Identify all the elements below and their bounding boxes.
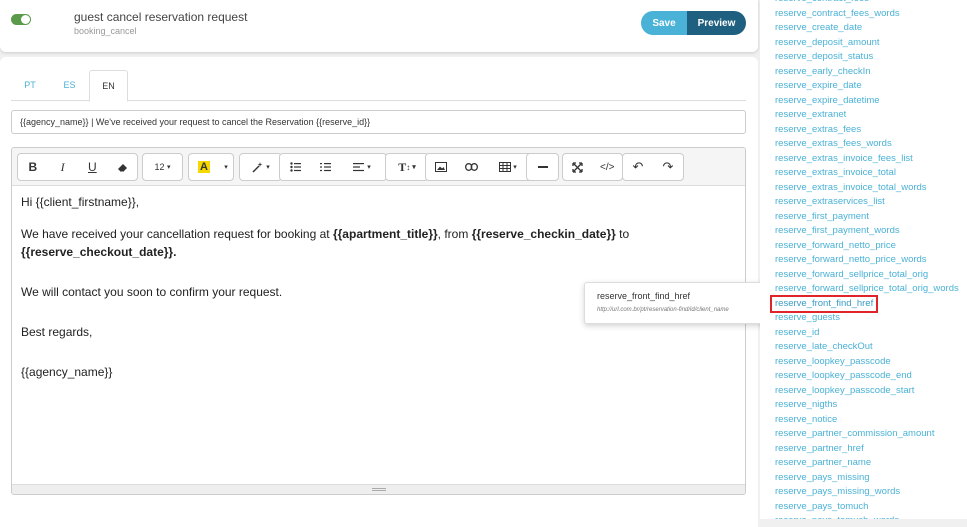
- color-group: A ▾: [188, 153, 234, 181]
- save-button[interactable]: Save: [641, 11, 687, 35]
- variable-item[interactable]: reserve_partner_name: [775, 456, 959, 471]
- horizontal-line-icon: [527, 154, 558, 180]
- history-group: ↶ ↷: [622, 153, 684, 181]
- tab-pt[interactable]: PT: [11, 70, 49, 101]
- tab-en[interactable]: EN: [89, 70, 128, 102]
- variable-item[interactable]: reserve_pays_missing_words: [775, 485, 959, 500]
- greeting-line: Hi {{client_firstname}},: [21, 195, 140, 209]
- undo-icon[interactable]: ↶: [623, 154, 653, 180]
- variable-item[interactable]: reserve_create_date: [775, 21, 959, 36]
- variable-item[interactable]: reserve_loopkey_passcode_start: [775, 384, 959, 399]
- variable-item[interactable]: reserve_extranet: [775, 108, 959, 123]
- editor-toolbar: B I U 12 ▾ A ▾ ▾ ▾ T ↕ ▾ ▾ </> ↶ ↷: [12, 148, 745, 186]
- body-paragraph-1: We have received your cancellation reque…: [21, 227, 630, 259]
- grip-icon: [372, 488, 386, 491]
- numbered-list-icon[interactable]: [310, 154, 340, 180]
- horizontal-rule-button[interactable]: [526, 153, 559, 181]
- variable-tooltip: reserve_front_find_href http://url.com.b…: [584, 282, 767, 324]
- variables-sidebar: reserve_contract_feesreserve_contract_fe…: [760, 0, 967, 519]
- variable-item[interactable]: reserve_nigths: [775, 398, 959, 413]
- variable-item[interactable]: reserve_deposit_status: [775, 50, 959, 65]
- style-dropdown[interactable]: ▾: [239, 153, 282, 181]
- variables-list: reserve_contract_feesreserve_contract_fe…: [770, 0, 959, 519]
- template-title: guest cancel reservation request: [74, 10, 248, 24]
- eraser-icon[interactable]: [107, 154, 137, 180]
- variable-item[interactable]: reserve_expire_datetime: [775, 94, 959, 109]
- variable-item[interactable]: reserve_early_checkIn: [775, 65, 959, 80]
- italic-button[interactable]: I: [48, 154, 78, 180]
- variable-item[interactable]: reserve_contract_fees_words: [775, 7, 959, 22]
- variable-item[interactable]: reserve_forward_netto_price_words: [775, 253, 959, 268]
- variable-item[interactable]: reserve_first_payment_words: [775, 224, 959, 239]
- variable-item[interactable]: reserve_pays_tomuch: [775, 500, 959, 515]
- signature-line: {{agency_name}}: [21, 365, 113, 379]
- variable-item[interactable]: reserve_loopkey_passcode_end: [775, 369, 959, 384]
- variable-item[interactable]: reserve_extras_fees_words: [775, 137, 959, 152]
- variable-item[interactable]: reserve_expire_date: [775, 79, 959, 94]
- tab-es[interactable]: ES: [51, 70, 88, 101]
- bold-button[interactable]: B: [18, 154, 48, 180]
- variable-item[interactable]: reserve_forward_sellprice_total_orig: [775, 268, 959, 283]
- variable-item[interactable]: reserve_pays_tomuch_words: [775, 514, 959, 519]
- variable-item[interactable]: reserve_loopkey_passcode: [775, 355, 959, 370]
- image-icon[interactable]: [426, 154, 456, 180]
- toggle-knob: [21, 15, 30, 24]
- text-height-icon: T ↕ ▾: [398, 159, 416, 174]
- bullet-list-icon[interactable]: [280, 154, 310, 180]
- variable-item[interactable]: reserve_notice: [775, 413, 959, 428]
- variable-item[interactable]: reserve_id: [775, 326, 959, 341]
- variable-item[interactable]: reserve_extraservices_list: [775, 195, 959, 210]
- insert-group: ▾: [425, 153, 533, 181]
- variable-item[interactable]: reserve_forward_sellprice_total_orig_wor…: [775, 282, 959, 297]
- resize-handle[interactable]: [12, 484, 745, 494]
- magic-wand-icon: ▾: [240, 154, 281, 180]
- active-toggle[interactable]: [11, 14, 31, 25]
- align-dropdown[interactable]: ▾: [340, 154, 384, 180]
- variable-item[interactable]: reserve_guests: [775, 311, 959, 326]
- fullscreen-icon[interactable]: [563, 154, 593, 180]
- table-icon: [499, 162, 512, 172]
- redo-icon[interactable]: ↷: [653, 154, 683, 180]
- variable-item[interactable]: reserve_deposit_amount: [775, 36, 959, 51]
- align-left-icon: [353, 163, 365, 172]
- template-header: guest cancel reservation request booking…: [0, 0, 758, 52]
- font-size-value: 12: [154, 162, 165, 172]
- tooltip-variable-name: reserve_front_find_href: [597, 291, 691, 301]
- template-key: booking_cancel: [74, 26, 137, 36]
- editor-content[interactable]: Hi {{client_firstname}}, We have receive…: [12, 186, 745, 486]
- variable-item[interactable]: reserve_late_checkOut: [775, 340, 959, 355]
- underline-button[interactable]: U: [78, 154, 108, 180]
- text-color-icon: A: [198, 161, 210, 173]
- table-dropdown[interactable]: ▾: [486, 154, 530, 180]
- tooltip-example-url: http://url.com.br/pt/reservation-find/id…: [597, 307, 729, 313]
- variable-item[interactable]: reserve_partner_href: [775, 442, 959, 457]
- view-group: </>: [562, 153, 623, 181]
- variable-item[interactable]: reserve_first_payment: [775, 210, 959, 225]
- code-view-icon[interactable]: </>: [593, 154, 623, 180]
- closing-line: Best regards,: [21, 325, 93, 339]
- subject-input[interactable]: {{agency_name}} | We've received your re…: [11, 110, 746, 134]
- text-height-dropdown[interactable]: T ↕ ▾: [385, 153, 429, 181]
- format-group: B I U: [17, 153, 138, 181]
- variable-item[interactable]: reserve_partner_commission_amount: [775, 427, 959, 442]
- paragraph-group: ▾: [279, 153, 387, 181]
- link-icon[interactable]: [456, 154, 486, 180]
- font-size-dropdown[interactable]: 12 ▾: [142, 153, 183, 181]
- highlight-color-button[interactable]: A: [189, 154, 219, 180]
- variable-item[interactable]: reserve_extras_fees: [775, 123, 959, 138]
- language-tabs: PT ES EN: [11, 70, 746, 102]
- variable-item[interactable]: reserve_forward_netto_price: [775, 239, 959, 254]
- action-buttons: Save Preview: [641, 11, 746, 35]
- preview-button[interactable]: Preview: [687, 11, 746, 35]
- variable-item[interactable]: reserve_extras_invoice_total_words: [775, 181, 959, 196]
- variable-item[interactable]: reserve_pays_missing: [775, 471, 959, 486]
- chevron-down-icon: ▾: [167, 164, 171, 171]
- chevron-down-icon[interactable]: ▾: [219, 154, 233, 180]
- variable-item[interactable]: reserve_extras_invoice_total: [775, 166, 959, 181]
- variable-item[interactable]: reserve_extras_invoice_fees_list: [775, 152, 959, 167]
- variable-item[interactable]: reserve_front_find_href: [770, 294, 878, 313]
